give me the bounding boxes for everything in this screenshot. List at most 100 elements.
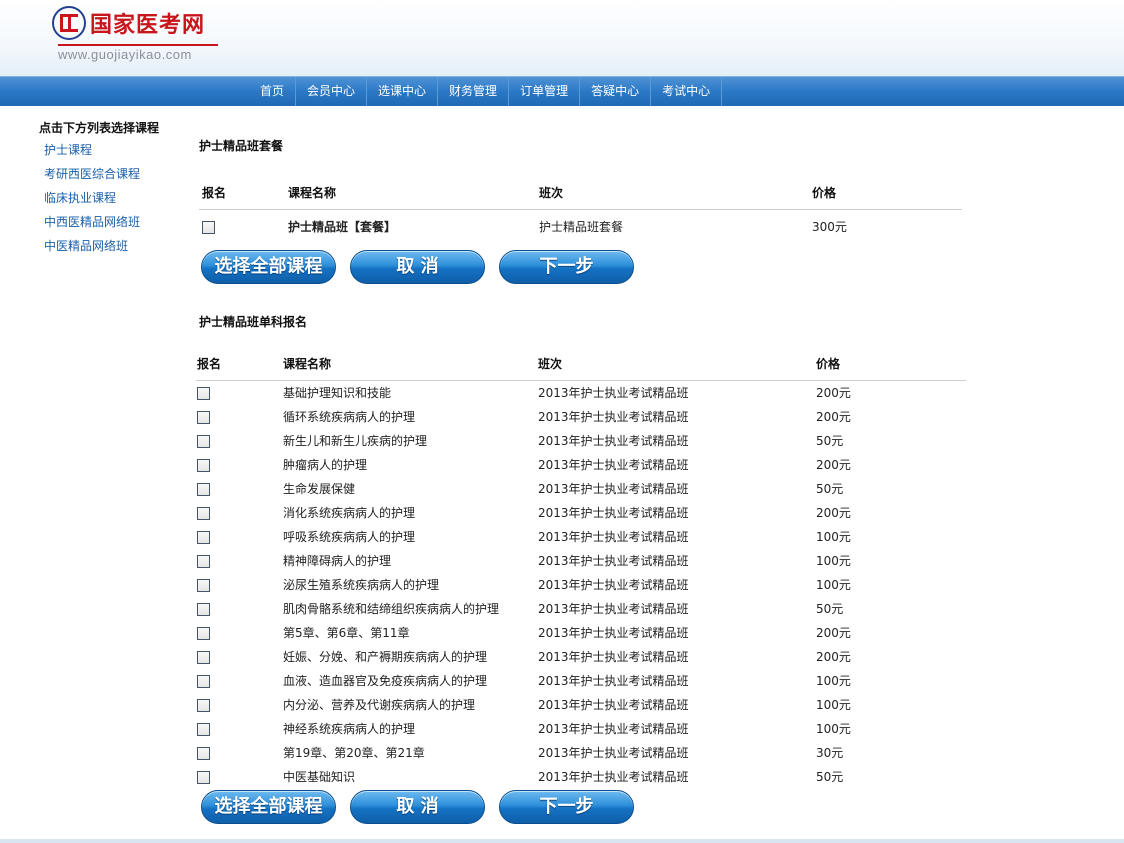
sidebar-title: 点击下方列表选择课程 [39,121,160,135]
single-section-title: 护士精品班单科报名 [199,315,308,329]
course-name: 消化系统疾病病人的护理 [283,506,416,520]
course-class: 2013年护士执业考试精品班 [538,770,689,784]
enroll-checkbox[interactable] [197,771,210,784]
table-row: 肌肉骨骼系统和结缔组织疾病病人的护理 2013年护士执业考试精品班 50元 [196,597,966,621]
site-header: 国家医考网 www.guojiayikao.com [0,0,1124,76]
enroll-checkbox[interactable] [197,411,210,424]
table-row: 基础护理知识和技能 2013年护士执业考试精品班 200元 [196,381,966,405]
course-class: 2013年护士执业考试精品班 [538,458,689,472]
table-row: 泌尿生殖系统疾病病人的护理 2013年护士执业考试精品班 100元 [196,573,966,597]
course-price: 100元 [816,554,851,568]
nav-item-orders[interactable]: 订单管理 [509,77,581,106]
sidebar-item-postgrad-western[interactable]: 考研西医综合课程 [39,162,189,186]
enroll-checkbox[interactable] [197,459,210,472]
course-name: 神经系统疾病病人的护理 [283,722,416,736]
course-name: 第19章、第20章、第21章 [283,746,425,760]
package-section-title: 护士精品班套餐 [199,139,284,153]
nav-item-finance[interactable]: 财务管理 [438,77,510,106]
course-class: 2013年护士执业考试精品班 [538,602,689,616]
sidebar-item-nurse[interactable]: 护士课程 [39,138,189,162]
course-class: 2013年护士执业考试精品班 [538,722,689,736]
table-row: 血液、造血器官及免疫疾病病人的护理 2013年护士执业考试精品班 100元 [196,669,966,693]
course-name: 循环系统疾病病人的护理 [283,410,416,424]
course-price: 100元 [816,722,851,736]
table-row: 护士精品班【套餐】 护士精品班套餐 300元 [199,210,962,244]
course-price: 50元 [816,434,844,448]
course-name: 护士精品班【套餐】 [288,220,397,234]
enroll-checkbox[interactable] [197,579,210,592]
course-class: 2013年护士执业考试精品班 [538,386,689,400]
package-actions: 选择全部课程 取 消 下一步 [201,250,648,284]
enroll-checkbox[interactable] [197,723,210,736]
course-class: 2013年护士执业考试精品班 [538,650,689,664]
enroll-checkbox[interactable] [197,675,210,688]
table-row: 中医基础知识 2013年护士执业考试精品班 50元 [196,765,966,789]
enroll-checkbox[interactable] [197,531,210,544]
header-enroll: 报名 [197,357,222,371]
course-sidebar: 点击下方列表选择课程 护士课程 考研西医综合课程 临床执业课程 中西医精品网络班… [39,118,189,258]
header-price: 价格 [816,357,841,371]
enroll-checkbox[interactable] [197,555,210,568]
course-name: 血液、造血器官及免疫疾病病人的护理 [283,674,488,688]
enroll-checkbox[interactable] [197,699,210,712]
enroll-checkbox[interactable] [197,387,210,400]
course-name: 基础护理知识和技能 [283,386,392,400]
enroll-checkbox[interactable] [197,747,210,760]
course-class: 2013年护士执业考试精品班 [538,746,689,760]
select-all-button[interactable]: 选择全部课程 [201,790,336,824]
site-logo[interactable]: 国家医考网 www.guojiayikao.com [52,6,222,66]
select-all-button[interactable]: 选择全部课程 [201,250,336,284]
sidebar-item-clinical[interactable]: 临床执业课程 [39,186,189,210]
nav-item-course-selection[interactable]: 选课中心 [367,77,439,106]
nav-item-member-center[interactable]: 会员中心 [296,77,368,106]
nav-item-home[interactable]: 首页 [248,77,297,106]
course-class: 2013年护士执业考试精品班 [538,506,689,520]
course-price: 200元 [816,386,851,400]
table-row: 新生儿和新生儿疾病的护理 2013年护士执业考试精品班 50元 [196,429,966,453]
nav-item-exam-center[interactable]: 考试中心 [651,77,723,106]
enroll-checkbox[interactable] [197,627,210,640]
enroll-checkbox[interactable] [197,651,210,664]
table-row: 呼吸系统疾病病人的护理 2013年护士执业考试精品班 100元 [196,525,966,549]
table-row: 消化系统疾病病人的护理 2013年护士执业考试精品班 200元 [196,501,966,525]
course-class: 护士精品班套餐 [539,220,624,234]
sidebar-item-tcm[interactable]: 中医精品网络班 [39,234,189,258]
course-name: 中医基础知识 [283,770,356,784]
table-row: 妊娠、分娩、和产褥期疾病病人的护理 2013年护士执业考试精品班 200元 [196,645,966,669]
course-name: 精神障碍病人的护理 [283,554,392,568]
main-nav: 首页 会员中心 选课中心 财务管理 订单管理 答疑中心 考试中心 [0,76,1124,106]
cancel-button[interactable]: 取 消 [350,250,485,284]
course-price: 300元 [812,220,847,234]
next-button[interactable]: 下一步 [499,790,634,824]
table-row: 第5章、第6章、第11章 2013年护士执业考试精品班 200元 [196,621,966,645]
course-price: 30元 [816,746,844,760]
table-row: 内分泌、营养及代谢疾病病人的护理 2013年护士执业考试精品班 100元 [196,693,966,717]
header-course-name: 课程名称 [288,186,337,200]
cancel-button[interactable]: 取 消 [350,790,485,824]
course-price: 200元 [816,506,851,520]
course-price: 200元 [816,650,851,664]
course-class: 2013年护士执业考试精品班 [538,674,689,688]
enroll-checkbox[interactable] [202,221,215,234]
course-class: 2013年护士执业考试精品班 [538,698,689,712]
header-class: 班次 [538,357,563,371]
course-price: 100元 [816,530,851,544]
course-name: 妊娠、分娩、和产褥期疾病病人的护理 [283,650,488,664]
single-table-body: 基础护理知识和技能 2013年护士执业考试精品班 200元 循环系统疾病病人的护理 20… [196,381,966,789]
enroll-checkbox[interactable] [197,507,210,520]
course-class: 2013年护士执业考试精品班 [538,482,689,496]
next-button[interactable]: 下一步 [499,250,634,284]
header-class: 班次 [539,186,564,200]
logo-underline [58,44,218,46]
sidebar-item-integrated-medicine[interactable]: 中西医精品网络班 [39,210,189,234]
course-price: 200元 [816,626,851,640]
enroll-checkbox[interactable] [197,603,210,616]
course-name: 第5章、第6章、第11章 [283,626,410,640]
enroll-checkbox[interactable] [197,435,210,448]
table-row: 生命发展保健 2013年护士执业考试精品班 50元 [196,477,966,501]
course-name: 生命发展保健 [283,482,356,496]
course-price: 100元 [816,698,851,712]
footer-divider [0,839,1124,843]
nav-item-qa-center[interactable]: 答疑中心 [580,77,652,106]
enroll-checkbox[interactable] [197,483,210,496]
